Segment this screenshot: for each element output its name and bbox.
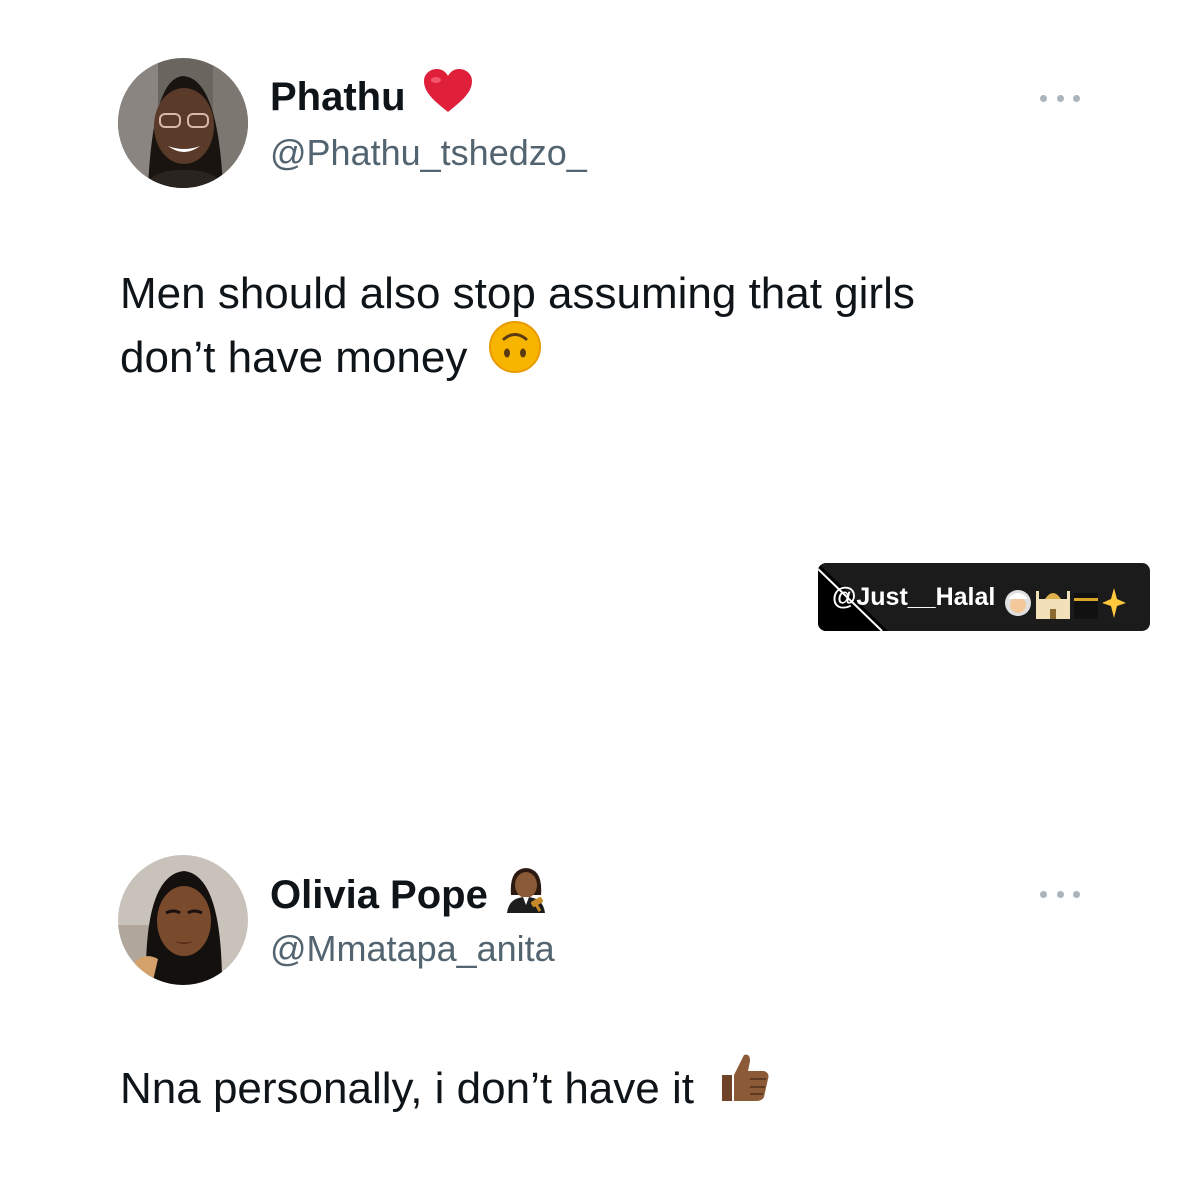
handle[interactable]: @Phathu_tshedzo_: [270, 131, 587, 175]
more-options-icon[interactable]: [1040, 92, 1080, 104]
thumbs-up-icon: [716, 1049, 772, 1123]
watermark-badge: @Just__Halal: [818, 563, 1150, 631]
person-icon: [1005, 590, 1031, 616]
avatar-olivia-pope[interactable]: [118, 855, 248, 985]
profile-photo: [118, 855, 248, 985]
kaaba-icon: [1074, 593, 1098, 619]
tweet-text: Nna personally, i don’t have it: [120, 1054, 1120, 1123]
sparkle-icon: [1102, 588, 1126, 618]
mosque-icon: [1036, 591, 1070, 619]
display-name[interactable]: Phathu: [270, 68, 473, 125]
display-name[interactable]: Olivia Pope: [270, 868, 549, 924]
heart-icon: [423, 68, 473, 125]
tweet-text: Men should also stop assuming that girls…: [120, 262, 1120, 392]
upside-down-face-icon: [488, 320, 542, 392]
profile-photo: [118, 58, 248, 188]
avatar-phathu[interactable]: [118, 58, 248, 188]
more-options-icon[interactable]: [1040, 888, 1080, 900]
handle[interactable]: @Mmatapa_anita: [270, 927, 555, 971]
watermark-emojis: [1002, 579, 1126, 631]
woman-judge-icon: [503, 865, 549, 924]
